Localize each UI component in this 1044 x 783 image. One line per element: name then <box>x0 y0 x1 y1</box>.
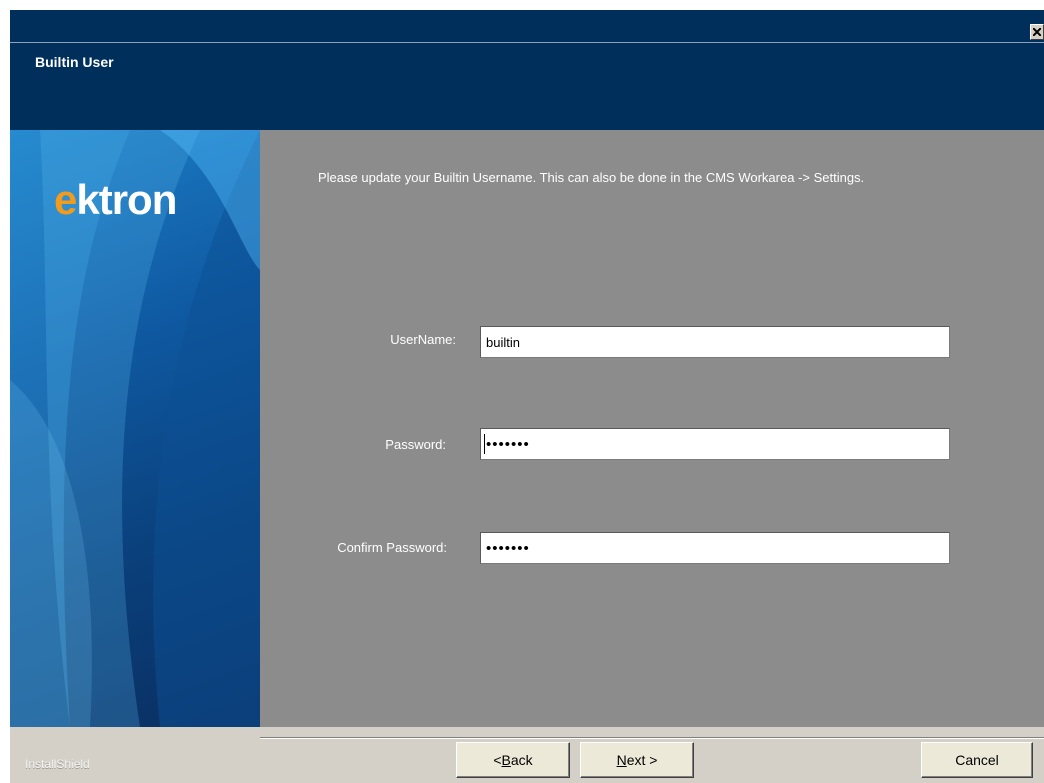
confirm-password-label: Confirm Password: <box>337 540 447 555</box>
password-label: Password: <box>385 437 446 452</box>
logo-rest: ktron <box>76 176 177 223</box>
next-label: ext > <box>626 752 658 768</box>
back-button[interactable]: < Back <box>456 742 570 778</box>
form-panel: Please update your Builtin Username. Thi… <box>260 130 1044 727</box>
dialog-title: Builtin User <box>35 54 114 70</box>
intro-text: Please update your Builtin Username. Thi… <box>318 170 865 185</box>
next-accelerator: N <box>616 752 627 768</box>
ektron-banner: ektron <box>10 130 260 727</box>
window-left-edge <box>0 0 10 783</box>
footer-separator <box>260 737 1044 739</box>
dialog-footer: InstallShield < Back Next > Cancel <box>10 727 1044 783</box>
back-prefix: < <box>493 752 502 768</box>
next-button[interactable]: Next > <box>580 742 694 778</box>
close-icon <box>1033 28 1041 36</box>
close-button[interactable] <box>1030 24 1044 40</box>
window-top-edge <box>0 0 1044 10</box>
header-top-strip <box>10 10 1044 43</box>
text-caret <box>484 434 485 454</box>
username-label: UserName: <box>390 332 456 347</box>
back-accelerator: B <box>501 752 511 768</box>
back-label: ack <box>510 752 533 768</box>
installer-window: Builtin User ektron Please update your B… <box>0 0 1044 783</box>
cancel-button[interactable]: Cancel <box>921 742 1033 778</box>
username-field[interactable] <box>480 326 950 358</box>
logo-e: e <box>54 176 77 223</box>
dialog-header: Builtin User <box>10 10 1044 130</box>
confirm-password-field[interactable] <box>480 532 950 564</box>
installshield-brand: InstallShield <box>25 757 90 771</box>
ektron-logo: ektron <box>54 176 177 224</box>
password-field[interactable] <box>480 428 950 460</box>
